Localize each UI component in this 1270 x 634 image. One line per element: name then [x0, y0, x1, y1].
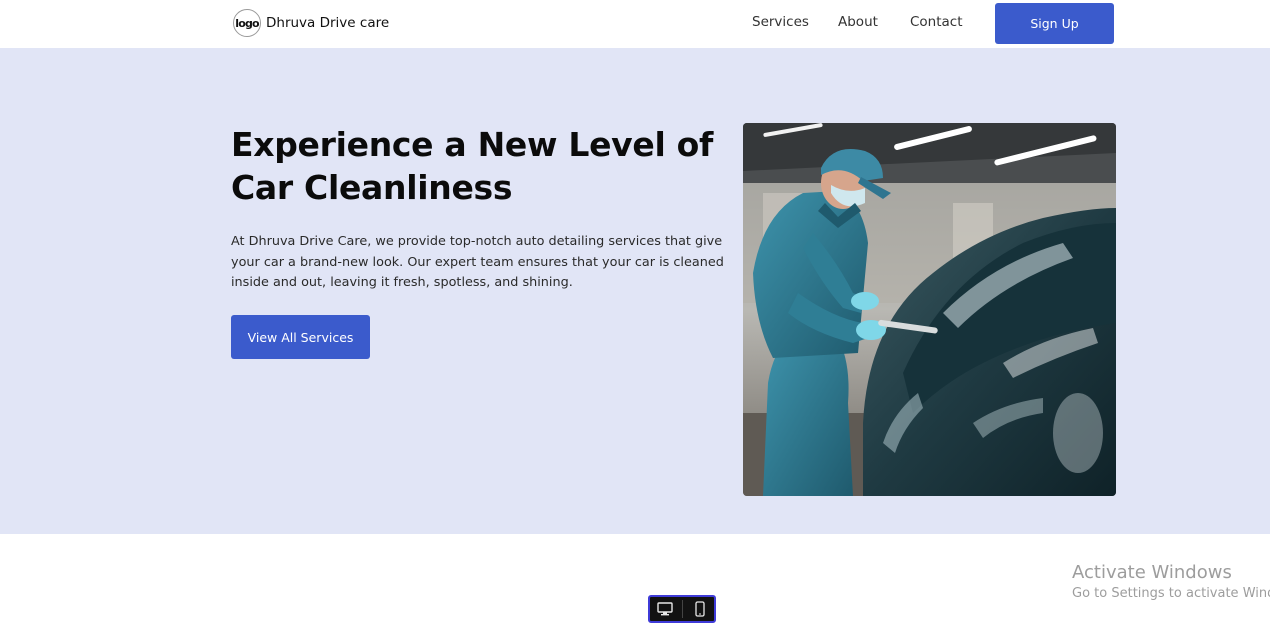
- hero-image: [743, 123, 1116, 496]
- nav-link-services[interactable]: Services: [752, 14, 809, 30]
- watermark-title: Activate Windows: [1072, 562, 1232, 583]
- mobile-icon[interactable]: [688, 599, 712, 619]
- logo[interactable]: logo: [233, 9, 261, 37]
- device-toggle: [648, 595, 716, 623]
- activate-windows-watermark: Activate Windows Go to Settings to activ…: [1072, 562, 1270, 603]
- hero-section: Experience a New Level of Car Cleanlines…: [0, 48, 1270, 534]
- sign-up-button[interactable]: Sign Up: [995, 3, 1114, 44]
- view-all-services-button[interactable]: View All Services: [231, 315, 370, 359]
- hero-title-line-1: Experience a New Level of: [231, 125, 714, 164]
- page: logo Dhruva Drive care Services About Co…: [0, 0, 1270, 634]
- desktop-icon[interactable]: [653, 599, 677, 619]
- watermark-subtitle: Go to Settings to activate Windows.: [1072, 586, 1270, 601]
- hero-title-line-2: Car Cleanliness: [231, 168, 513, 207]
- toggle-divider: [681, 600, 683, 618]
- nav-link-contact[interactable]: Contact: [910, 14, 963, 30]
- site-header: logo Dhruva Drive care Services About Co…: [0, 0, 1270, 48]
- brand-name[interactable]: Dhruva Drive care: [266, 15, 389, 31]
- hero-description: At Dhruva Drive Care, we provide top-not…: [231, 234, 724, 290]
- brand[interactable]: logo Dhruva Drive care: [233, 8, 389, 38]
- nav-link-about[interactable]: About: [838, 14, 878, 30]
- hero-title: Experience a New Level of Car Cleanlines…: [231, 123, 741, 209]
- car-detailing-illustration: [743, 123, 1116, 496]
